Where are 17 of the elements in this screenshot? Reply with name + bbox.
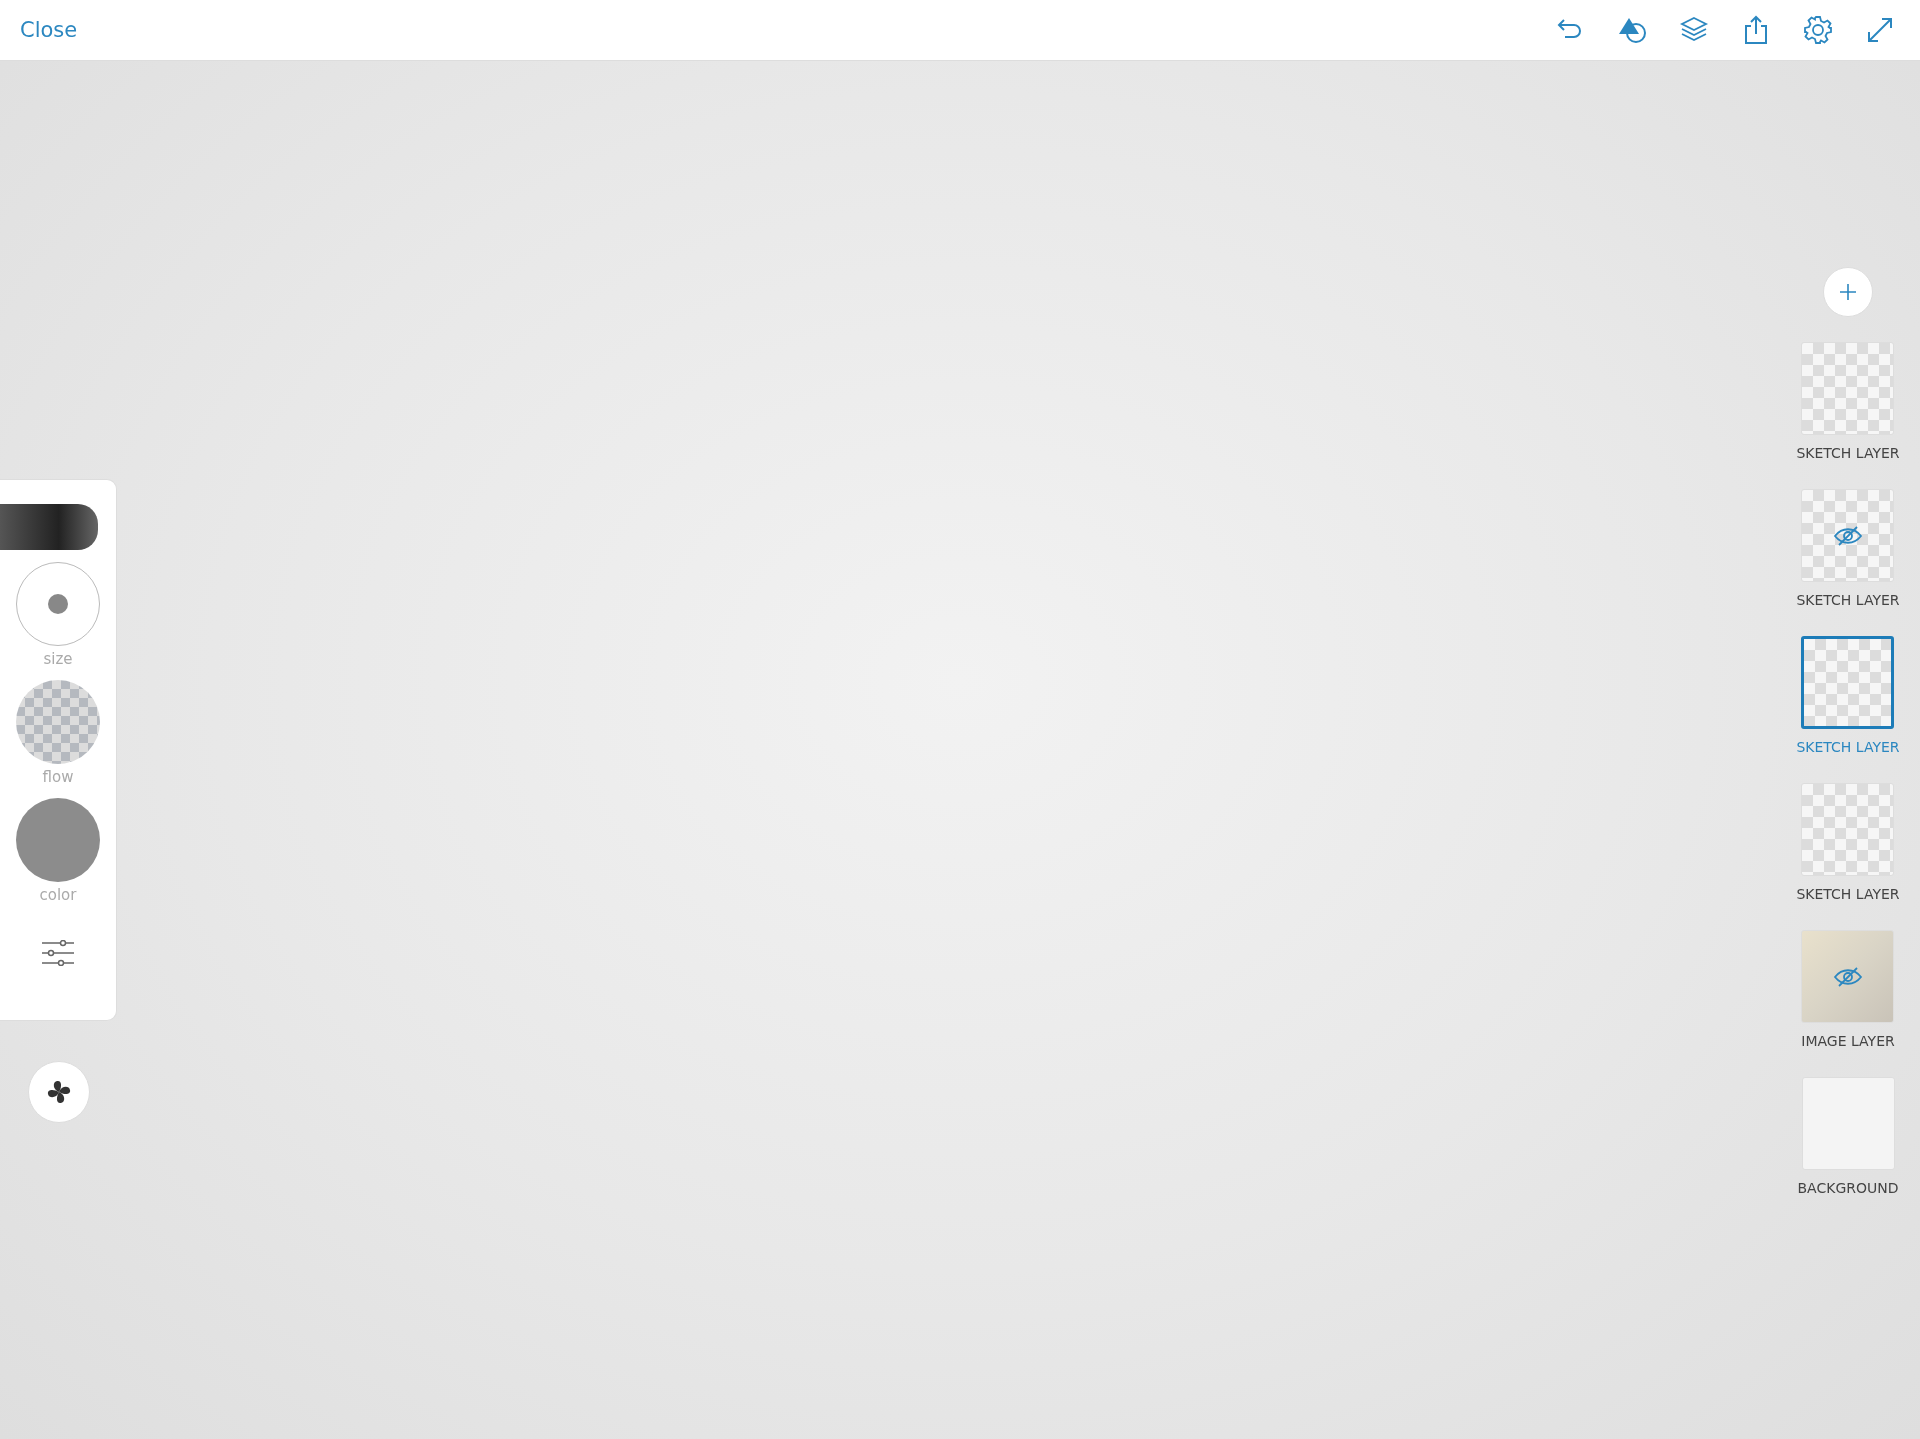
brush-stroke-preview[interactable]	[0, 504, 98, 550]
layer-name: BACKGROUND	[1797, 1180, 1899, 1196]
layer-name: SKETCH LAYER	[1796, 739, 1900, 755]
control-label: size	[43, 650, 73, 668]
layer-name: SKETCH LAYER	[1796, 886, 1900, 902]
settings-icon[interactable]	[1802, 14, 1834, 46]
plus-icon	[1838, 282, 1858, 302]
hidden-eye-icon[interactable]	[1833, 524, 1863, 547]
layer-thumbnail[interactable]	[1801, 636, 1895, 729]
close-link[interactable]: Close	[20, 18, 78, 42]
layer-name: SKETCH LAYER	[1796, 592, 1900, 608]
control-label: color	[39, 886, 77, 904]
sliders-icon[interactable]	[41, 940, 75, 966]
layer-name: IMAGE LAYER	[1801, 1033, 1895, 1049]
hidden-eye-icon[interactable]	[1833, 965, 1863, 988]
control-label: flow	[42, 768, 74, 786]
layer-name: SKETCH LAYER	[1796, 445, 1900, 461]
